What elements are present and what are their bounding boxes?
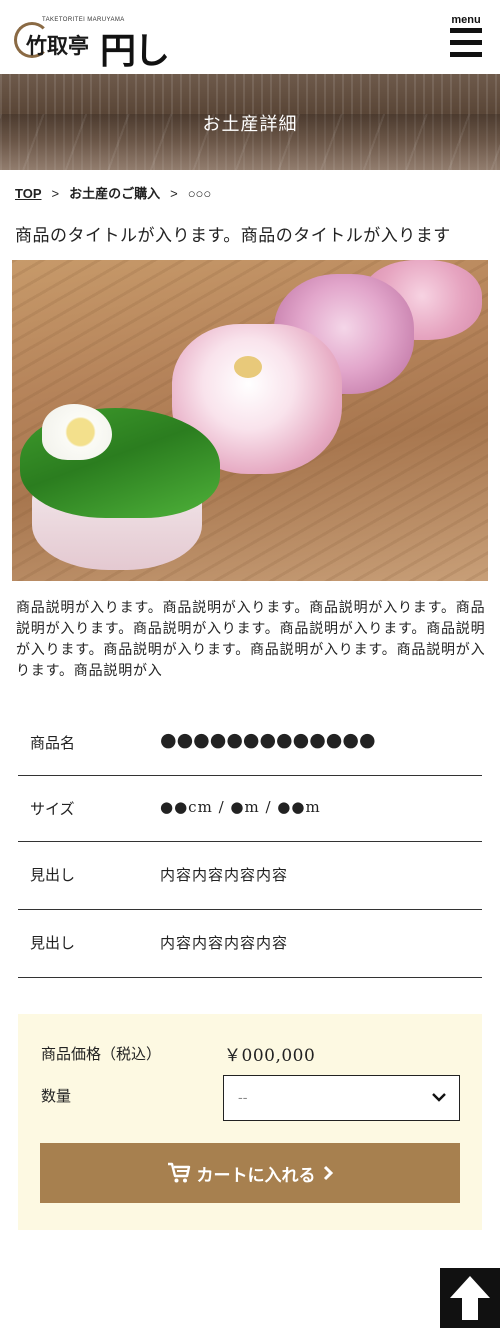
product-description: 商品説明が入ります。商品説明が入ります。商品説明が入ります。商品説明が入ります。… — [16, 600, 486, 679]
spec-label: 見出し — [30, 934, 76, 952]
spec-label: 見出し — [30, 866, 76, 884]
chevron-right-icon — [323, 1165, 333, 1181]
cart-icon — [167, 1162, 190, 1183]
spec-label: サイズ — [30, 800, 75, 818]
spec-value: ●●cm / ●m / ●●m — [160, 798, 321, 816]
hamburger-icon-bar-3 — [450, 52, 482, 57]
breadcrumb-top-link[interactable]: TOP — [15, 186, 42, 201]
breadcrumb-item-current: ○○○ — [187, 186, 212, 201]
site-header: TAKETORITEI MARUYAMA 竹取亭 円し menu — [0, 0, 500, 74]
spec-table: 商品名 ●●●●●●●●●●●●● サイズ ●●cm / ●m / ●●m 見出… — [18, 710, 482, 978]
logo-brush-text: 円し — [100, 30, 170, 72]
spec-row-name: 商品名 ●●●●●●●●●●●●● — [18, 710, 482, 776]
arrow-up-icon — [450, 1276, 490, 1320]
product-title: 商品のタイトルが入ります。商品のタイトルが入ります — [15, 226, 451, 246]
product-image — [12, 260, 488, 581]
spec-value: ●●●●●●●●●●●●● — [160, 729, 376, 751]
add-to-cart-button[interactable]: カートに入れる — [40, 1143, 460, 1203]
chevron-down-icon — [432, 1093, 446, 1102]
spec-value: 内容内容内容内容 — [160, 866, 289, 884]
page-top-button[interactable] — [440, 1268, 500, 1328]
spec-row-heading-2: 見出し 内容内容内容内容 — [18, 910, 482, 978]
add-to-cart-content: カートに入れる — [40, 1143, 460, 1203]
hamburger-icon-bar-1 — [450, 28, 482, 33]
menu-button[interactable]: menu — [446, 14, 486, 62]
purchase-box: 商品価格（税込） ￥000,000 数量 -- カートに入れる — [18, 1014, 482, 1230]
spec-row-size: サイズ ●●cm / ●m / ●●m — [18, 776, 482, 842]
quantity-selected-value: -- — [238, 1090, 248, 1106]
site-logo[interactable]: TAKETORITEI MARUYAMA 竹取亭 円し — [12, 8, 170, 72]
add-to-cart-label: カートに入れる — [196, 1165, 316, 1185]
breadcrumb-separator: > — [170, 186, 178, 201]
price-label: 商品価格（税込） — [41, 1045, 162, 1063]
spec-label: 商品名 — [30, 734, 76, 752]
sweet-sakura-center — [234, 356, 262, 378]
breadcrumb-item-souvenir[interactable]: お土産のご購入 — [69, 186, 160, 201]
quantity-select[interactable]: -- — [223, 1075, 460, 1121]
spec-row-heading-1: 見出し 内容内容内容内容 — [18, 842, 482, 910]
breadcrumb: TOP > お土産のご購入 > ○○○ — [15, 183, 211, 202]
menu-label: menu — [451, 14, 481, 26]
page-title: お土産詳細 — [202, 114, 298, 135]
breadcrumb-separator: > — [51, 186, 60, 201]
hamburger-icon-bar-2 — [450, 40, 482, 45]
price-value: ￥000,000 — [224, 1046, 316, 1066]
quantity-label: 数量 — [41, 1087, 72, 1105]
spec-value: 内容内容内容内容 — [160, 934, 289, 952]
logo-kanji: 竹取亭 — [26, 33, 89, 58]
hero-banner: お土産詳細 — [0, 74, 500, 170]
